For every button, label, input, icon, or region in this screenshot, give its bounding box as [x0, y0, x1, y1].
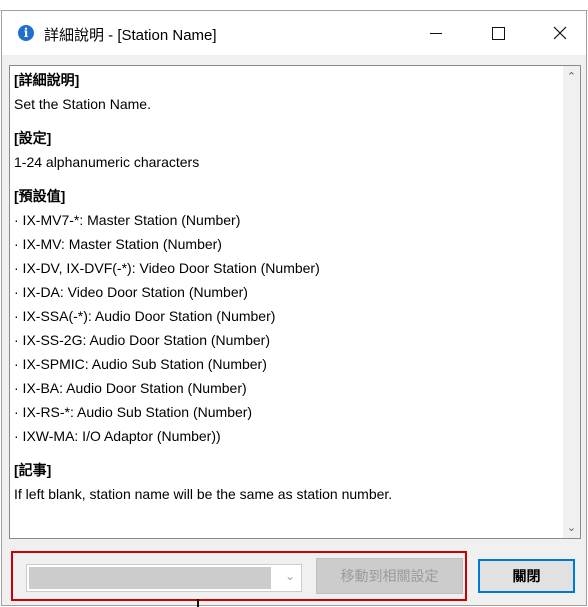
list-item: · IX-BA: Audio Door Station (Number): [14, 380, 247, 396]
minimize-button[interactable]: [412, 11, 460, 55]
close-window-button[interactable]: [536, 11, 584, 55]
list-item: · IX-MV7-*: Master Station (Number): [14, 212, 241, 228]
chevron-down-icon: ⌄: [284, 569, 295, 583]
goto-related-setting-button[interactable]: 移動到相關設定: [316, 558, 463, 594]
dropdown-value: [29, 567, 271, 589]
footer: ⌄ 移動到相關設定 關閉: [2, 539, 586, 607]
description-line: Set the Station Name.: [14, 96, 151, 112]
description-line: 1-24 alphanumeric characters: [14, 154, 200, 170]
section-heading: [設定]: [14, 130, 52, 146]
related-settings-dropdown[interactable]: ⌄: [26, 564, 302, 592]
list-item: · IX-DV, IX-DVF(-*): Video Door Station …: [14, 260, 320, 276]
description-line: If left blank, station name will be the …: [14, 486, 393, 502]
list-item: · IX-SPMIC: Audio Sub Station (Number): [14, 356, 267, 372]
list-item: · IX-RS-*: Audio Sub Station (Number): [14, 404, 253, 420]
close-button[interactable]: 關閉: [478, 559, 575, 593]
list-item: · IX-SS-2G: Audio Door Station (Number): [14, 332, 270, 348]
list-item: · IX-DA: Video Door Station (Number): [14, 284, 248, 300]
scroll-down-arrow-icon[interactable]: ⌄: [563, 519, 580, 536]
close-icon: [553, 26, 567, 40]
list-item: · IX-SSA(-*): Audio Door Station (Number…: [14, 308, 276, 324]
info-icon: i: [18, 25, 34, 41]
maximize-button[interactable]: [474, 11, 522, 55]
list-item: · IXW-MA: I/O Adaptor (Number)): [14, 428, 221, 444]
list-item: · IX-MV: Master Station (Number): [14, 236, 222, 252]
section-heading: [預設值]: [14, 188, 66, 204]
maximize-icon: [491, 26, 505, 40]
scroll-up-arrow-icon[interactable]: ⌃: [563, 68, 580, 85]
description-text: [詳細說明] Set the Station Name. [設定] 1-24 a…: [10, 66, 564, 538]
minimize-icon: [430, 32, 442, 34]
title-bar: i 詳細說明 - [Station Name]: [2, 11, 586, 55]
detail-dialog: i 詳細說明 - [Station Name] [詳細說明] Set the S…: [1, 10, 587, 607]
vertical-scrollbar[interactable]: ⌃ ⌄: [563, 66, 580, 538]
section-heading: [記事]: [14, 462, 52, 478]
description-panel[interactable]: [詳細說明] Set the Station Name. [設定] 1-24 a…: [9, 65, 581, 539]
section-heading: [詳細說明]: [14, 72, 80, 88]
window-title: 詳細說明 - [Station Name]: [44, 27, 217, 44]
